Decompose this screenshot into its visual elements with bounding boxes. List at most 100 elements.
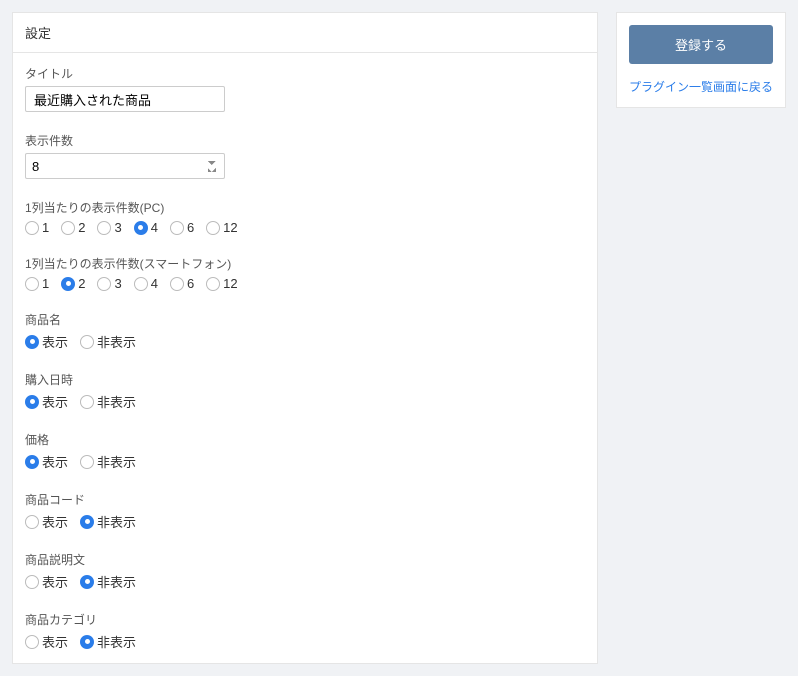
radio-label: 非表示	[97, 392, 136, 411]
radio-option[interactable]: 1	[25, 220, 49, 235]
label-product-desc: 商品説明文	[25, 551, 585, 568]
radio-option[interactable]: 2	[61, 220, 85, 235]
back-link[interactable]: プラグイン一覧画面に戻る	[629, 78, 773, 95]
radio-option[interactable]: 1	[25, 276, 49, 291]
panel-title: 設定	[13, 13, 597, 53]
radio-label: 表示	[42, 332, 68, 351]
radio-label: 6	[187, 220, 194, 235]
input-title[interactable]	[25, 86, 225, 112]
radio-icon	[25, 515, 39, 529]
radio-icon	[25, 455, 39, 469]
radio-icon	[80, 335, 94, 349]
field-display-count: 表示件数 8	[25, 132, 585, 179]
radio-option-hide[interactable]: 非表示	[80, 392, 136, 411]
radio-label: 非表示	[97, 452, 136, 471]
radios-purchase-date: 表示 非表示	[25, 392, 585, 411]
radio-option[interactable]: 6	[170, 276, 194, 291]
label-price: 価格	[25, 431, 585, 448]
radio-label: 2	[78, 220, 85, 235]
radio-icon	[25, 335, 39, 349]
radio-label: 表示	[42, 512, 68, 531]
field-product-desc: 商品説明文 表示非表示	[25, 551, 585, 591]
label-purchase-date: 購入日時	[25, 371, 585, 388]
radio-option[interactable]: 4	[134, 276, 158, 291]
label-per-row-pc: 1列当たりの表示件数(PC)	[25, 199, 585, 216]
radio-label: 非表示	[97, 632, 136, 651]
submit-button[interactable]: 登録する	[629, 25, 773, 64]
radio-icon	[80, 515, 94, 529]
radio-label: 表示	[42, 452, 68, 471]
radio-option-show[interactable]: 表示	[25, 632, 68, 651]
radio-icon	[25, 395, 39, 409]
radio-icon	[61, 221, 75, 235]
label-title: タイトル	[25, 65, 585, 82]
radios-product-code: 表示 非表示	[25, 512, 585, 531]
label-product-category: 商品カテゴリ	[25, 611, 585, 628]
radio-option-hide[interactable]: 非表示	[80, 452, 136, 471]
radio-label: 1	[42, 220, 49, 235]
radio-label: 表示	[42, 632, 68, 651]
radio-label: 3	[114, 276, 121, 291]
field-product-code: 商品コード 表示 非表示	[25, 491, 585, 531]
radio-icon	[206, 221, 220, 235]
label-per-row-sp: 1列当たりの表示件数(スマートフォン)	[25, 255, 585, 272]
field-per-row-pc: 1列当たりの表示件数(PC) 1234612	[25, 199, 585, 235]
label-display-count: 表示件数	[25, 132, 585, 149]
label-product-name: 商品名	[25, 311, 585, 328]
radios-price: 表示 非表示	[25, 452, 585, 471]
radio-icon	[61, 277, 75, 291]
radio-option-hide[interactable]: 非表示	[80, 512, 136, 531]
radio-label: 1	[42, 276, 49, 291]
radio-icon	[25, 221, 39, 235]
radios-product-name: 表示 非表示	[25, 332, 585, 351]
radio-icon	[25, 635, 39, 649]
radios-per-row-sp: 1234612	[25, 276, 585, 291]
radio-option-show[interactable]: 表示	[25, 332, 68, 351]
radio-option-hide[interactable]: 非表示	[80, 632, 136, 651]
radio-option[interactable]: 6	[170, 220, 194, 235]
side-panel: 登録する プラグイン一覧画面に戻る	[616, 12, 786, 108]
label-product-code: 商品コード	[25, 491, 585, 508]
radio-label: 2	[78, 276, 85, 291]
radio-option-show[interactable]: 表示	[25, 512, 68, 531]
radio-label: 非表示	[97, 332, 136, 351]
radio-icon	[170, 277, 184, 291]
main-panel: 設定 タイトル 表示件数 8 1列当たりの表示件数(PC) 1234612 1列…	[12, 12, 598, 664]
field-price: 価格 表示 非表示	[25, 431, 585, 471]
field-purchase-date: 購入日時 表示 非表示	[25, 371, 585, 411]
radio-option[interactable]: 12	[206, 220, 237, 235]
radios-product-category: 表示 非表示	[25, 632, 585, 651]
radio-icon	[80, 635, 94, 649]
radio-icon	[97, 221, 111, 235]
radio-label: 4	[151, 220, 158, 235]
radio-label: 4	[151, 276, 158, 291]
radio-option-show[interactable]: 表示	[25, 452, 68, 471]
radio-icon	[170, 221, 184, 235]
radio-icon	[80, 395, 94, 409]
field-product-name: 商品名 表示 非表示	[25, 311, 585, 351]
radio-option-hide[interactable]: 非表示	[80, 332, 136, 351]
radios-per-row-pc: 1234612	[25, 220, 585, 235]
radio-icon	[80, 455, 94, 469]
radio-option[interactable]: 12	[206, 276, 237, 291]
radio-label: 表示	[42, 392, 68, 411]
radio-label: 12	[223, 220, 237, 235]
radio-label: 6	[187, 276, 194, 291]
radio-icon	[206, 277, 220, 291]
radio-icon	[97, 277, 111, 291]
radio-label: 3	[114, 220, 121, 235]
field-per-row-sp: 1列当たりの表示件数(スマートフォン) 1234612	[25, 255, 585, 291]
radio-option[interactable]: 3	[97, 276, 121, 291]
field-title: タイトル	[25, 65, 585, 112]
radio-label: 12	[223, 276, 237, 291]
select-display-count[interactable]: 8	[25, 153, 225, 179]
radio-option-show[interactable]: 表示	[25, 392, 68, 411]
radio-icon	[134, 277, 148, 291]
field-product-category: 商品カテゴリ 表示 非表示	[25, 611, 585, 651]
radio-icon	[25, 277, 39, 291]
radio-option[interactable]: 4	[134, 220, 158, 235]
radio-option[interactable]: 3	[97, 220, 121, 235]
radio-icon	[134, 221, 148, 235]
radio-label: 非表示	[97, 512, 136, 531]
radio-option[interactable]: 2	[61, 276, 85, 291]
